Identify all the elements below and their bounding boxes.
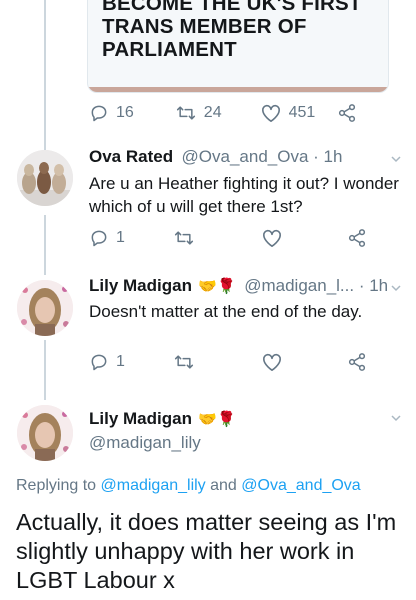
username-time[interactable]: @madigan_l... · 1h (244, 276, 388, 295)
share-icon (339, 104, 356, 122)
avatar-image (17, 150, 73, 206)
retweet-button[interactable]: 24 (175, 103, 222, 123)
display-name[interactable]: Lily Madigan (89, 409, 192, 428)
reply-count: 1 (116, 229, 125, 246)
avatar-image (17, 280, 73, 336)
name-emoji: 🤝🌹 (198, 278, 236, 295)
share-icon (348, 229, 365, 247)
like-button[interactable] (261, 352, 283, 372)
mention-link[interactable]: @Ova_and_Ova (241, 477, 360, 494)
avatar-image (17, 405, 73, 461)
share-button[interactable] (347, 352, 367, 372)
display-name[interactable]: Ova Rated (89, 147, 173, 166)
reply-button[interactable]: 16 (89, 103, 134, 123)
replying-prefix: Replying to (16, 477, 101, 494)
reply-button[interactable]: 1 (89, 352, 125, 372)
tweet-header: Lily Madigan 🤝🌹 @madigan_l... · 1h (89, 276, 388, 296)
reply-button[interactable]: 1 (89, 228, 125, 248)
tweet-text: Doesn't matter at the end of the day. (89, 302, 363, 321)
tweet-text: Actually, it does matter seeing as I'm s… (16, 509, 397, 593)
tweet-actions: 1 (89, 228, 367, 248)
tweet-header: Lily Madigan 🤝🌹 (89, 409, 236, 429)
thread-line (44, 0, 46, 150)
card-image-strip (88, 87, 388, 92)
reply-count: 1 (116, 353, 125, 370)
replying-to: Replying to @madigan_lily and @Ova_and_O… (16, 477, 361, 495)
mention-link[interactable]: @madigan_lily (101, 477, 206, 494)
retweet-icon (176, 106, 195, 120)
reply-icon (91, 354, 107, 371)
like-icon (261, 104, 280, 122)
share-button[interactable] (347, 228, 367, 248)
replying-and: and (205, 477, 242, 494)
display-name[interactable]: Lily Madigan (89, 276, 192, 295)
retweet-button[interactable] (173, 228, 195, 248)
retweet-button[interactable] (173, 352, 195, 372)
retweet-icon (174, 355, 193, 369)
share-button[interactable] (337, 103, 357, 123)
chevron-down-icon[interactable] (391, 154, 401, 164)
card-title: BECOME THE UK'S FIRST TRANS MEMBER OF PA… (102, 0, 362, 61)
reply-icon (91, 105, 107, 122)
chevron-down-icon[interactable] (391, 283, 401, 293)
like-count: 451 (288, 104, 316, 121)
like-icon (262, 353, 281, 371)
reply-icon (91, 230, 107, 247)
retweet-icon (174, 231, 193, 245)
name-emoji: 🤝🌹 (198, 411, 236, 428)
username[interactable]: @madigan_lily (89, 433, 201, 453)
thread-line (44, 340, 46, 400)
tweet-actions: 16 24 451 (89, 103, 357, 123)
tweet-text: Are u an Heather fighting it out? I wond… (89, 174, 399, 216)
username-time[interactable]: @Ova_and_Ova · 1h (182, 147, 343, 166)
like-button[interactable] (261, 228, 283, 248)
avatar[interactable] (17, 405, 73, 461)
like-icon (262, 229, 281, 247)
tweet-actions: 1 (89, 352, 367, 372)
retweet-count: 24 (203, 104, 222, 121)
share-icon (348, 353, 365, 371)
avatar[interactable] (17, 150, 73, 206)
tweet-header: Ova Rated @Ova_and_Ova · 1h (89, 147, 342, 167)
quoted-article-card[interactable]: BECOME THE UK'S FIRST TRANS MEMBER OF PA… (87, 0, 389, 93)
chevron-down-icon[interactable] (391, 413, 401, 423)
like-button[interactable]: 451 (260, 103, 316, 123)
avatar[interactable] (17, 280, 73, 336)
reply-count: 16 (116, 104, 134, 121)
thread-line (44, 215, 46, 275)
